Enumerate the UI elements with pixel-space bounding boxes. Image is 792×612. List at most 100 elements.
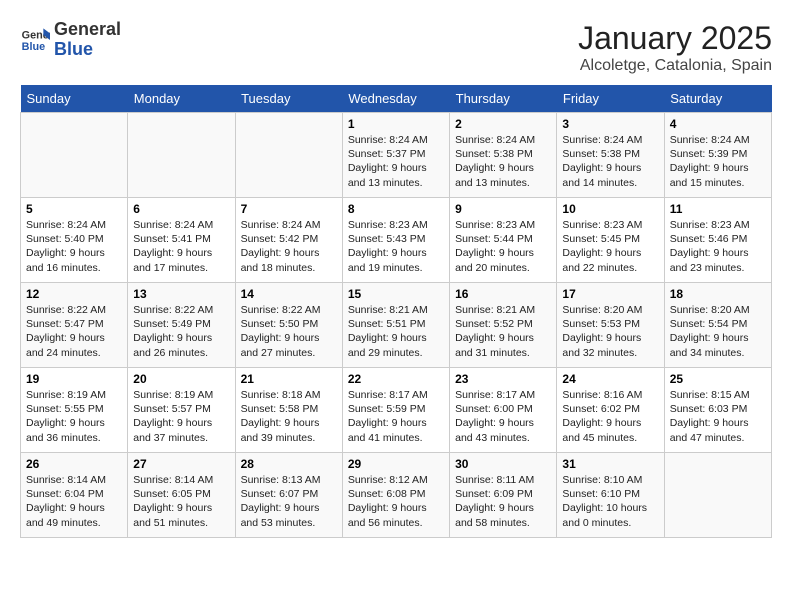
day-number: 7 xyxy=(241,202,337,216)
day-info: Sunrise: 8:17 AM Sunset: 6:00 PM Dayligh… xyxy=(455,388,551,445)
calendar-cell xyxy=(664,453,771,538)
day-info: Sunrise: 8:21 AM Sunset: 5:51 PM Dayligh… xyxy=(348,303,444,360)
day-info: Sunrise: 8:20 AM Sunset: 5:54 PM Dayligh… xyxy=(670,303,766,360)
day-number: 18 xyxy=(670,287,766,301)
svg-text:Blue: Blue xyxy=(22,41,45,53)
calendar-cell: 15 Sunrise: 8:21 AM Sunset: 5:51 PM Dayli… xyxy=(342,283,449,368)
day-info: Sunrise: 8:24 AM Sunset: 5:37 PM Dayligh… xyxy=(348,133,444,190)
calendar-cell: 16 Sunrise: 8:21 AM Sunset: 5:52 PM Dayli… xyxy=(450,283,557,368)
calendar-cell xyxy=(21,113,128,198)
day-number: 21 xyxy=(241,372,337,386)
day-info: Sunrise: 8:13 AM Sunset: 6:07 PM Dayligh… xyxy=(241,473,337,530)
day-info: Sunrise: 8:22 AM Sunset: 5:50 PM Dayligh… xyxy=(241,303,337,360)
day-number: 10 xyxy=(562,202,658,216)
calendar-cell: 21 Sunrise: 8:18 AM Sunset: 5:58 PM Dayli… xyxy=(235,368,342,453)
day-number: 29 xyxy=(348,457,444,471)
calendar-cell: 26Sunrise: 8:14 AM Sunset: 6:04 PM Dayli… xyxy=(21,453,128,538)
day-number: 22 xyxy=(348,372,444,386)
calendar-cell: 24 Sunrise: 8:16 AM Sunset: 6:02 PM Dayli… xyxy=(557,368,664,453)
calendar-cell: 22 Sunrise: 8:17 AM Sunset: 5:59 PM Dayli… xyxy=(342,368,449,453)
day-info: Sunrise: 8:14 AM Sunset: 6:04 PM Dayligh… xyxy=(26,473,122,530)
day-number: 1 xyxy=(348,117,444,131)
day-number: 8 xyxy=(348,202,444,216)
calendar-cell: 7 Sunrise: 8:24 AM Sunset: 5:42 PM Daylig… xyxy=(235,198,342,283)
page-header: General Blue General Blue January 2025 A… xyxy=(20,20,772,75)
day-number: 24 xyxy=(562,372,658,386)
day-info: Sunrise: 8:23 AM Sunset: 5:46 PM Dayligh… xyxy=(670,218,766,275)
dow-header: Tuesday xyxy=(235,85,342,113)
calendar-cell: 28 Sunrise: 8:13 AM Sunset: 6:07 PM Dayli… xyxy=(235,453,342,538)
calendar-cell: 5 Sunrise: 8:24 AM Sunset: 5:40 PM Daylig… xyxy=(21,198,128,283)
day-number: 27 xyxy=(133,457,229,471)
dow-header: Friday xyxy=(557,85,664,113)
calendar-cell: 29 Sunrise: 8:12 AM Sunset: 6:08 PM Dayli… xyxy=(342,453,449,538)
calendar-cell: 13Sunrise: 8:22 AM Sunset: 5:49 PM Dayli… xyxy=(128,283,235,368)
day-number: 17 xyxy=(562,287,658,301)
day-info: Sunrise: 8:17 AM Sunset: 5:59 PM Dayligh… xyxy=(348,388,444,445)
day-number: 31 xyxy=(562,457,658,471)
calendar-cell xyxy=(235,113,342,198)
calendar-cell: 17 Sunrise: 8:20 AM Sunset: 5:53 PM Dayli… xyxy=(557,283,664,368)
logo-blue: Blue xyxy=(54,39,93,59)
day-info: Sunrise: 8:10 AM Sunset: 6:10 PM Dayligh… xyxy=(562,473,658,530)
calendar-cell: 30 Sunrise: 8:11 AM Sunset: 6:09 PM Dayli… xyxy=(450,453,557,538)
day-info: Sunrise: 8:14 AM Sunset: 6:05 PM Dayligh… xyxy=(133,473,229,530)
day-info: Sunrise: 8:11 AM Sunset: 6:09 PM Dayligh… xyxy=(455,473,551,530)
day-number: 13 xyxy=(133,287,229,301)
day-number: 20 xyxy=(133,372,229,386)
logo-general: General xyxy=(54,19,121,39)
calendar-cell: 1 Sunrise: 8:24 AM Sunset: 5:37 PM Daylig… xyxy=(342,113,449,198)
day-info: Sunrise: 8:23 AM Sunset: 5:43 PM Dayligh… xyxy=(348,218,444,275)
location: Alcoletge, Catalonia, Spain xyxy=(578,57,772,75)
day-number: 16 xyxy=(455,287,551,301)
calendar-cell: 12Sunrise: 8:22 AM Sunset: 5:47 PM Dayli… xyxy=(21,283,128,368)
logo-icon: General Blue xyxy=(20,25,50,55)
day-info: Sunrise: 8:24 AM Sunset: 5:41 PM Dayligh… xyxy=(133,218,229,275)
day-number: 5 xyxy=(26,202,122,216)
day-info: Sunrise: 8:18 AM Sunset: 5:58 PM Dayligh… xyxy=(241,388,337,445)
calendar-cell xyxy=(128,113,235,198)
day-info: Sunrise: 8:16 AM Sunset: 6:02 PM Dayligh… xyxy=(562,388,658,445)
calendar-cell: 8 Sunrise: 8:23 AM Sunset: 5:43 PM Daylig… xyxy=(342,198,449,283)
month-title: January 2025 xyxy=(578,20,772,57)
dow-header: Sunday xyxy=(21,85,128,113)
dow-header: Monday xyxy=(128,85,235,113)
day-info: Sunrise: 8:21 AM Sunset: 5:52 PM Dayligh… xyxy=(455,303,551,360)
day-info: Sunrise: 8:20 AM Sunset: 5:53 PM Dayligh… xyxy=(562,303,658,360)
day-info: Sunrise: 8:23 AM Sunset: 5:45 PM Dayligh… xyxy=(562,218,658,275)
calendar-cell: 11 Sunrise: 8:23 AM Sunset: 5:46 PM Dayli… xyxy=(664,198,771,283)
dow-header: Saturday xyxy=(664,85,771,113)
day-info: Sunrise: 8:19 AM Sunset: 5:55 PM Dayligh… xyxy=(26,388,122,445)
day-number: 11 xyxy=(670,202,766,216)
calendar-cell: 31 Sunrise: 8:10 AM Sunset: 6:10 PM Dayli… xyxy=(557,453,664,538)
day-number: 30 xyxy=(455,457,551,471)
day-number: 15 xyxy=(348,287,444,301)
day-info: Sunrise: 8:24 AM Sunset: 5:42 PM Dayligh… xyxy=(241,218,337,275)
day-number: 6 xyxy=(133,202,229,216)
calendar-cell: 27 Sunrise: 8:14 AM Sunset: 6:05 PM Dayli… xyxy=(128,453,235,538)
day-number: 23 xyxy=(455,372,551,386)
calendar-cell: 23 Sunrise: 8:17 AM Sunset: 6:00 PM Dayli… xyxy=(450,368,557,453)
day-info: Sunrise: 8:24 AM Sunset: 5:38 PM Dayligh… xyxy=(455,133,551,190)
day-info: Sunrise: 8:12 AM Sunset: 6:08 PM Dayligh… xyxy=(348,473,444,530)
calendar-cell: 25Sunrise: 8:15 AM Sunset: 6:03 PM Dayli… xyxy=(664,368,771,453)
dow-header: Thursday xyxy=(450,85,557,113)
day-info: Sunrise: 8:24 AM Sunset: 5:38 PM Dayligh… xyxy=(562,133,658,190)
logo-text: General Blue xyxy=(54,20,121,60)
day-number: 28 xyxy=(241,457,337,471)
day-number: 2 xyxy=(455,117,551,131)
day-info: Sunrise: 8:19 AM Sunset: 5:57 PM Dayligh… xyxy=(133,388,229,445)
calendar-cell: 9Sunrise: 8:23 AM Sunset: 5:44 PM Daylig… xyxy=(450,198,557,283)
calendar-cell: 18 Sunrise: 8:20 AM Sunset: 5:54 PM Dayli… xyxy=(664,283,771,368)
day-number: 9 xyxy=(455,202,551,216)
day-info: Sunrise: 8:24 AM Sunset: 5:39 PM Dayligh… xyxy=(670,133,766,190)
calendar-table: SundayMondayTuesdayWednesdayThursdayFrid… xyxy=(20,85,772,538)
day-info: Sunrise: 8:24 AM Sunset: 5:40 PM Dayligh… xyxy=(26,218,122,275)
logo: General Blue General Blue xyxy=(20,20,121,60)
day-info: Sunrise: 8:22 AM Sunset: 5:47 PM Dayligh… xyxy=(26,303,122,360)
day-number: 4 xyxy=(670,117,766,131)
title-block: January 2025 Alcoletge, Catalonia, Spain xyxy=(578,20,772,75)
calendar-cell: 4 Sunrise: 8:24 AM Sunset: 5:39 PM Daylig… xyxy=(664,113,771,198)
day-number: 19 xyxy=(26,372,122,386)
calendar-cell: 2 Sunrise: 8:24 AM Sunset: 5:38 PM Daylig… xyxy=(450,113,557,198)
